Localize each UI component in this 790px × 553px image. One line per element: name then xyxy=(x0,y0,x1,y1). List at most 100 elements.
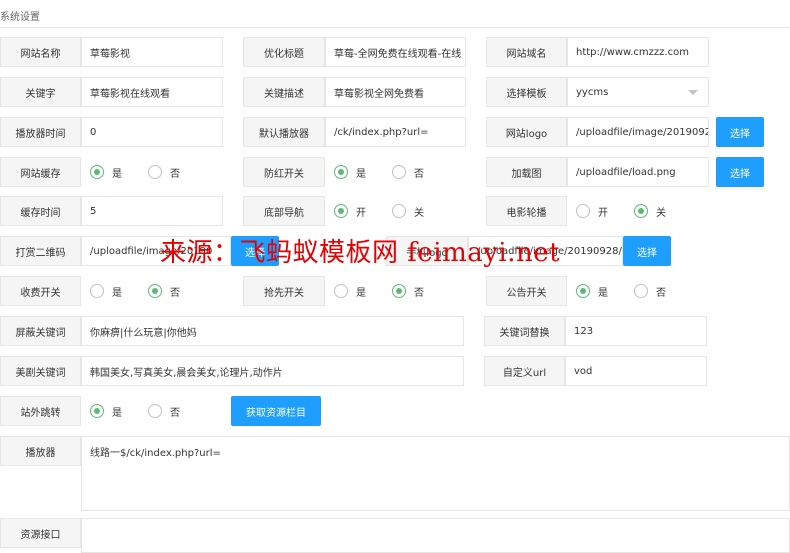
fetch-resource-categories-button[interactable]: 获取资源栏目 xyxy=(231,396,321,426)
radio-label: 关 xyxy=(414,207,424,219)
offsite-redirect-label: 站外跳转 xyxy=(0,396,81,426)
seo-title-input[interactable]: 草莓-全网免费在线观看-在线 xyxy=(325,37,466,67)
word-replace-input[interactable]: 123 xyxy=(565,316,707,346)
us-drama-words-label: 美剧关键词 xyxy=(0,356,81,386)
radio-unchecked-icon xyxy=(90,284,104,298)
radio-checked-icon xyxy=(634,204,648,218)
player-time-input[interactable]: 0 xyxy=(81,117,223,147)
donate-qr-input[interactable]: /uploadfile/image/20190 xyxy=(81,236,231,266)
cache-time-label: 缓存时间 xyxy=(0,196,81,226)
radio-label: 开 xyxy=(598,207,608,219)
resource-api-textarea[interactable] xyxy=(81,518,790,553)
player-label: 播放器 xyxy=(0,436,81,466)
seo-title-label: 优化标题 xyxy=(243,37,325,67)
loading-image-select-button[interactable]: 选择 xyxy=(716,157,764,187)
radio-label: 是 xyxy=(598,287,608,299)
mobile-logo-select-button[interactable]: 选择 xyxy=(623,236,671,266)
donate-qr-select-button[interactable]: 选择 xyxy=(231,236,279,266)
radio-label: 开 xyxy=(356,207,366,219)
default-player-input[interactable]: /ck/index.php?url= xyxy=(325,117,466,147)
notice-switch-no-radio[interactable]: 否 xyxy=(634,276,666,306)
preempt-switch-no-radio[interactable]: 否 xyxy=(392,276,424,306)
page-title: 系统设置 xyxy=(0,12,40,23)
anti-red-label: 防红开关 xyxy=(243,157,325,187)
chevron-down-icon xyxy=(688,90,698,95)
site-name-input[interactable]: 草莓影视 xyxy=(81,37,223,67)
bottom-nav-off-radio[interactable]: 关 xyxy=(392,196,424,226)
charge-switch-label: 收费开关 xyxy=(0,276,81,306)
preempt-switch-label: 抢先开关 xyxy=(243,276,325,306)
block-words-input[interactable]: 你麻痹|什么玩意|你他妈 xyxy=(81,316,464,346)
offsite-redirect-yes-radio[interactable]: 是 xyxy=(90,396,122,426)
site-name-label: 网站名称 xyxy=(0,37,81,67)
radio-label: 否 xyxy=(170,168,180,180)
us-drama-words-input[interactable]: 韩国美女,写真美女,晨会美女,论理片,动作片 xyxy=(81,356,464,386)
site-logo-select-button[interactable]: 选择 xyxy=(716,117,764,147)
keywords-label: 关键字 xyxy=(0,77,81,107)
radio-label: 否 xyxy=(170,287,180,299)
radio-label: 否 xyxy=(170,407,180,419)
bottom-nav-on-radio[interactable]: 开 xyxy=(334,196,366,226)
anti-red-yes-radio[interactable]: 是 xyxy=(334,157,366,187)
title-divider xyxy=(0,27,790,28)
radio-unchecked-icon xyxy=(634,284,648,298)
keyword-desc-input[interactable]: 草莓影视全网免费看 xyxy=(325,77,466,107)
movie-carousel-on-radio[interactable]: 开 xyxy=(576,196,608,226)
radio-label: 否 xyxy=(656,287,666,299)
radio-checked-icon xyxy=(334,165,348,179)
cache-time-input[interactable]: 5 xyxy=(81,196,223,226)
loading-image-input[interactable]: /uploadfile/load.png xyxy=(567,157,709,187)
radio-checked-icon xyxy=(90,165,104,179)
resource-api-label: 资源接口 xyxy=(0,518,81,548)
radio-label: 是 xyxy=(112,287,122,299)
site-cache-no-radio[interactable]: 否 xyxy=(148,157,180,187)
radio-unchecked-icon xyxy=(148,404,162,418)
radio-unchecked-icon xyxy=(334,284,348,298)
block-words-label: 屏蔽关键词 xyxy=(0,316,81,346)
movie-carousel-off-radio[interactable]: 关 xyxy=(634,196,666,226)
word-replace-label: 关键词替换 xyxy=(484,316,565,346)
site-logo-input[interactable]: /uploadfile/image/20190928/ xyxy=(567,117,709,147)
template-label: 选择模板 xyxy=(486,77,567,107)
preempt-switch-yes-radio[interactable]: 是 xyxy=(334,276,366,306)
radio-label: 是 xyxy=(356,287,366,299)
site-domain-label: 网站域名 xyxy=(486,37,567,67)
radio-unchecked-icon xyxy=(148,165,162,179)
radio-label: 否 xyxy=(414,168,424,180)
site-domain-input[interactable]: http://www.cmzzz.com xyxy=(567,37,709,67)
anti-red-no-radio[interactable]: 否 xyxy=(392,157,424,187)
notice-switch-yes-radio[interactable]: 是 xyxy=(576,276,608,306)
default-player-label: 默认播放器 xyxy=(243,117,325,147)
movie-carousel-label: 电影轮播 xyxy=(486,196,567,226)
radio-checked-icon xyxy=(576,284,590,298)
radio-checked-icon xyxy=(334,204,348,218)
custom-url-label: 自定义url xyxy=(484,356,565,386)
keywords-input[interactable]: 草莓影视在线观看 xyxy=(81,77,223,107)
site-cache-yes-radio[interactable]: 是 xyxy=(90,157,122,187)
site-cache-label: 网站缓存 xyxy=(0,157,81,187)
notice-switch-label: 公告开关 xyxy=(486,276,567,306)
radio-checked-icon xyxy=(392,284,406,298)
template-select-value: yycms xyxy=(576,86,609,98)
site-logo-label: 网站logo xyxy=(486,117,567,147)
keyword-desc-label: 关键描述 xyxy=(243,77,325,107)
radio-unchecked-icon xyxy=(392,165,406,179)
radio-label: 关 xyxy=(656,207,666,219)
radio-label: 是 xyxy=(356,168,366,180)
custom-url-input[interactable]: vod xyxy=(565,356,707,386)
template-select[interactable]: yycms xyxy=(567,77,709,107)
player-time-label: 播放器时间 xyxy=(0,117,81,147)
radio-unchecked-icon xyxy=(576,204,590,218)
radio-label: 是 xyxy=(112,168,122,180)
radio-checked-icon xyxy=(90,404,104,418)
charge-switch-no-radio[interactable]: 否 xyxy=(148,276,180,306)
offsite-redirect-no-radio[interactable]: 否 xyxy=(148,396,180,426)
mobile-logo-input[interactable]: /uploadfile/image/20190928/ xyxy=(468,236,623,266)
mobile-logo-label: 手机logo xyxy=(386,236,468,266)
player-textarea[interactable]: 线路一$/ck/index.php?url= xyxy=(81,436,790,511)
charge-switch-yes-radio[interactable]: 是 xyxy=(90,276,122,306)
radio-checked-icon xyxy=(148,284,162,298)
bottom-nav-label: 底部导航 xyxy=(243,196,325,226)
radio-label: 否 xyxy=(414,287,424,299)
radio-unchecked-icon xyxy=(392,204,406,218)
